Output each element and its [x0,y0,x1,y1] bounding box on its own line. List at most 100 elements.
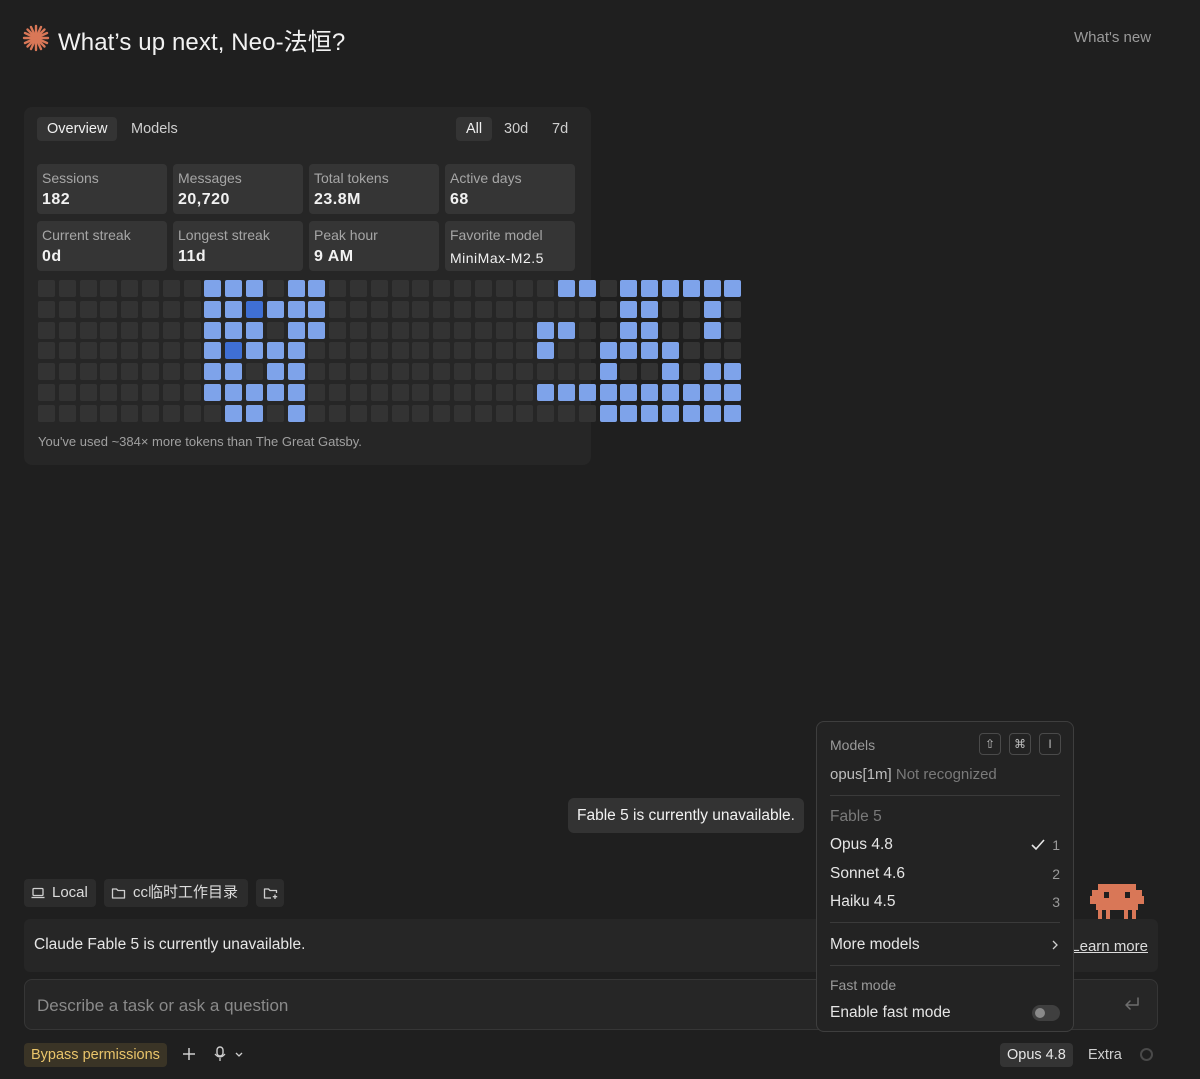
bypass-permissions-button[interactable]: Bypass permissions [24,1043,167,1067]
heatmap-cell [246,384,263,401]
heatmap-cell [246,321,263,339]
heatmap-cell [79,384,97,401]
heatmap-cell [641,280,659,297]
heatmap-cell [79,300,97,318]
chevron-down-icon [235,1052,243,1057]
heatmap-cell [287,342,305,360]
heatmap-cell [79,363,97,381]
heatmap-cell [370,404,388,422]
heatmap-cell [558,363,575,381]
heatmap-cell [495,384,513,401]
heatmap-cell [599,342,617,360]
checkmark-icon [1031,839,1045,851]
heatmap-cell [142,342,159,360]
heatmap-cell [204,363,222,381]
extra-usage-label: Extra [1088,1047,1122,1063]
current-model-status: Not recognized [895,766,997,783]
heatmap-cell [641,321,659,339]
model-option-haiku-4-5[interactable]: Haiku 4.5 [830,893,895,911]
laptop-icon [31,887,45,899]
heatmap-cell [350,280,367,297]
heatmap-cell [287,404,305,422]
heatmap-cell [391,300,409,318]
heatmap-cell [537,342,555,360]
activity-heatmap [38,280,742,423]
heatmap-cell [121,321,139,339]
heatmap-cell [391,363,409,381]
microphone-icon[interactable] [213,1046,247,1062]
heatmap-cell [641,300,659,318]
plus-icon[interactable] [182,1047,196,1061]
heatmap-cell [558,300,575,318]
range-30d[interactable]: 30d [494,117,538,141]
heatmap-cell [38,300,55,318]
heatmap-cell [537,321,555,339]
working-directory-button[interactable]: cc临时工作目录 [104,879,248,907]
stat-value: 68 [450,191,469,208]
whats-new-link[interactable]: What's new [1074,29,1151,46]
stat-card-total-tokens: Total tokens 23.8M [309,164,439,214]
heatmap-cell [433,384,451,401]
heatmap-cell [391,321,409,339]
learn-more-link[interactable]: Learn more [1071,938,1148,955]
heatmap-cell [142,300,159,318]
heatmap-cell [308,363,326,381]
heatmap-cell [662,363,679,381]
heatmap-cell [433,321,451,339]
heatmap-cell [38,363,55,381]
range-all[interactable]: All [456,117,493,141]
heatmap-cell [537,363,555,381]
local-environment-button[interactable]: Local [24,879,96,907]
heatmap-cell [121,342,139,360]
model-selector-button[interactable]: Opus 4.8 [1000,1043,1073,1067]
heatmap-cell [703,342,721,360]
heatmap-cell [329,280,347,297]
heatmap-cell [183,321,201,339]
heatmap-cell [350,321,367,339]
heatmap-cell [474,384,492,401]
heatmap-cell [391,404,409,422]
add-folder-button[interactable] [256,879,284,907]
usage-ring-icon[interactable] [1139,1047,1154,1062]
enter-icon[interactable] [1123,995,1141,1013]
more-models-item[interactable]: More models [830,936,920,954]
heatmap-cell [578,384,596,401]
heatmap-cell [266,321,284,339]
heatmap-cell [287,384,305,401]
local-label: Local [52,884,88,901]
heatmap-cell [287,321,305,339]
heatmap-cell [599,280,617,297]
heatmap-cell [58,363,76,381]
range-7d[interactable]: 7d [542,117,578,141]
heatmap-cell [391,384,409,401]
heatmap-cell [495,404,513,422]
heatmap-cell [703,321,721,339]
heatmap-cell [474,321,492,339]
heatmap-cell [266,404,284,422]
heatmap-cell [578,363,596,381]
heatmap-cell [204,384,222,401]
heatmap-cell [454,404,471,422]
tab-models[interactable]: Models [121,117,188,141]
model-option-sonnet-4-6[interactable]: Sonnet 4.6 [830,865,905,883]
heatmap-cell [370,321,388,339]
heatmap-cell [578,404,596,422]
tab-overview[interactable]: Overview [37,117,118,141]
heatmap-cell [474,342,492,360]
heatmap-cell [79,321,97,339]
stat-label: Active days [450,170,522,186]
model-shortcut-number: 2 [1052,866,1060,882]
heatmap-cell [183,300,201,318]
heatmap-cell [454,300,471,318]
model-option-fable-5: Fable 5 [830,808,882,825]
fast-mode-toggle[interactable] [1032,1005,1060,1021]
heatmap-cell [620,384,638,401]
heatmap-cell [703,280,721,297]
heatmap-cell [287,280,305,297]
folder-add-icon [263,888,278,899]
claude-logo-icon [22,24,50,52]
model-option-opus-4-8[interactable]: Opus 4.8 [830,836,893,854]
heatmap-cell [100,321,118,339]
heatmap-cell [454,321,471,339]
heatmap-cell [724,321,742,339]
